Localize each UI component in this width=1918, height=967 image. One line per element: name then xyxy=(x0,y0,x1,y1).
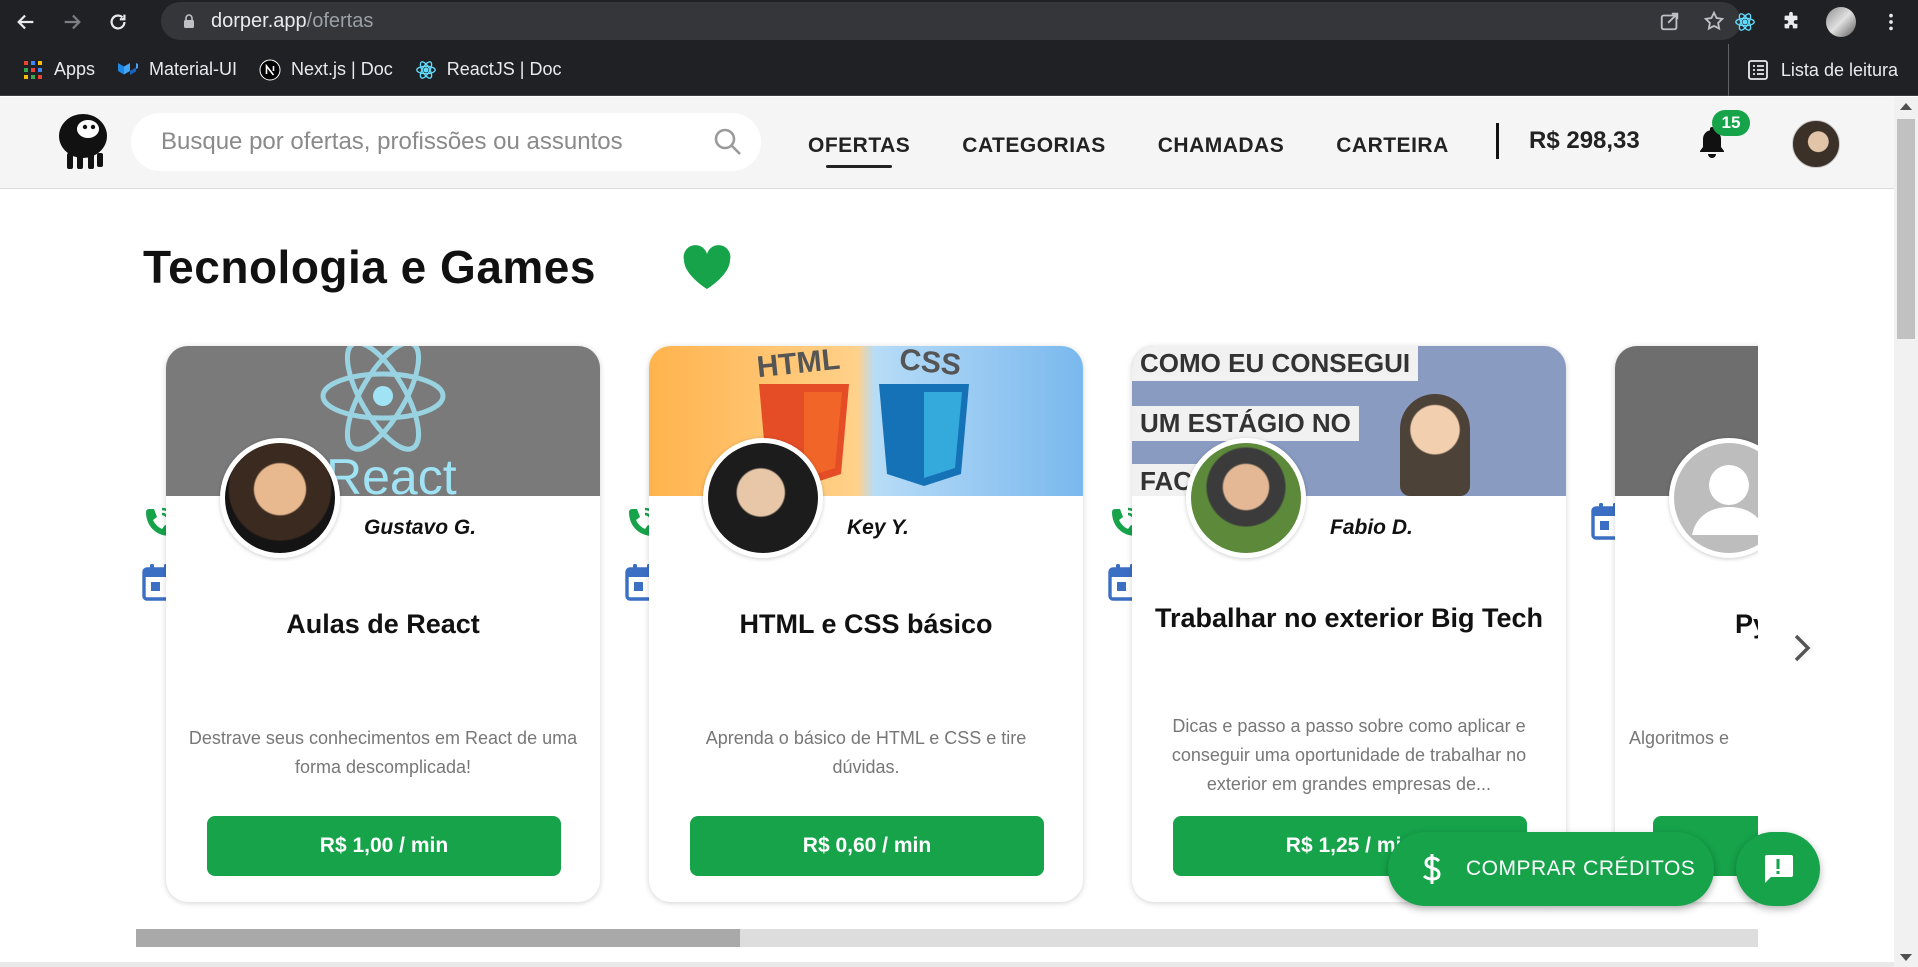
search-icon[interactable] xyxy=(713,127,743,157)
offer-title: Trabalhar no exterior Big Tech xyxy=(1154,603,1544,633)
section-title: Tecnologia e Games xyxy=(143,241,596,293)
scroll-up-arrow-icon[interactable] xyxy=(1900,103,1912,110)
back-button[interactable] xyxy=(6,2,46,42)
bookmark-nextjs[interactable]: Next.js | Doc xyxy=(259,59,393,81)
offers-carousel: React Gustavo G. Aulas de React Destrave… xyxy=(136,320,1758,910)
apps-grid-icon xyxy=(22,59,44,81)
banner-text: UM ESTÁGIO NO xyxy=(1132,406,1359,441)
offer-card[interactable]: COMO EU CONSEGUI UM ESTÁGIO NO FACE Fabi… xyxy=(1132,346,1566,902)
host-avatar xyxy=(703,438,823,558)
buy-credits-label: COMPRAR CRÉDITOS xyxy=(1466,857,1696,880)
offer-title: Aulas de React xyxy=(286,609,480,639)
heart-icon[interactable] xyxy=(682,245,732,291)
browser-toolbar: dorper.app/ofertas xyxy=(0,0,1918,44)
nav-carteira[interactable]: CARTEIRA xyxy=(1336,128,1449,158)
sheep-logo-icon[interactable] xyxy=(58,109,108,171)
reading-list-label: Lista de leitura xyxy=(1780,59,1898,80)
reading-list[interactable]: Lista de leitura xyxy=(1727,44,1898,96)
offer-description: Algoritmos e xyxy=(1629,728,1730,748)
offer-description: Dicas e passo a passo sobre como aplicar… xyxy=(1171,716,1527,794)
offer-title: HTML e CSS básico xyxy=(739,609,993,639)
search-input[interactable] xyxy=(161,128,641,156)
nextjs-icon xyxy=(259,59,281,81)
svg-text:HTML: HTML xyxy=(755,346,841,384)
host-avatar xyxy=(1186,438,1306,558)
reload-button[interactable] xyxy=(98,2,138,42)
price-button[interactable]: R$ 1,00 / min xyxy=(207,816,561,876)
buy-credits-button[interactable]: COMPRAR CRÉDITOS xyxy=(1388,832,1714,906)
nav-categorias[interactable]: CATEGORIAS xyxy=(962,128,1105,158)
bookmark-label: Apps xyxy=(54,59,96,79)
header-divider xyxy=(1496,123,1499,159)
svg-text:React: React xyxy=(326,449,457,496)
wallet-balance[interactable]: R$ 298,33 xyxy=(1529,127,1640,155)
carousel-scrollbar-thumb[interactable] xyxy=(136,929,740,947)
react-icon xyxy=(415,59,437,81)
price-button[interactable]: R$ 0,60 / min xyxy=(690,816,1044,876)
host-name: Fabio D. xyxy=(1330,516,1413,539)
forward-button[interactable] xyxy=(52,2,92,42)
svg-text:CSS: CSS xyxy=(898,346,963,382)
offer-card[interactable]: Py Algoritmos e xyxy=(1615,346,1758,902)
banner-text: COMO EU CONSEGUI xyxy=(1132,346,1419,381)
host-avatar xyxy=(220,438,340,558)
person-placeholder-icon xyxy=(1692,465,1758,535)
search-box xyxy=(131,113,761,171)
main-nav: OFERTAS CATEGORIAS CHAMADAS CARTEIRA xyxy=(808,97,1449,189)
page-scrollbar-thumb[interactable] xyxy=(1897,119,1915,339)
offer-title: Py xyxy=(1735,609,1758,639)
banner-person xyxy=(1400,394,1470,496)
address-bar[interactable]: dorper.app/ofertas xyxy=(161,2,1741,40)
bottom-strip xyxy=(0,962,1894,967)
bookmark-apps[interactable]: Apps xyxy=(22,59,95,81)
nav-ofertas[interactable]: OFERTAS xyxy=(808,128,910,168)
material-ui-icon xyxy=(117,59,139,81)
bookmark-label: Next.js | Doc xyxy=(291,59,393,79)
host-name: Key Y. xyxy=(847,516,909,539)
offer-description: Destrave seus conhecimentos em React de … xyxy=(188,728,578,777)
offer-card[interactable]: React Gustavo G. Aulas de React Destrave… xyxy=(166,346,600,902)
lock-icon xyxy=(184,14,194,28)
offer-description: Aprenda o básico de HTML e CSS e tire dú… xyxy=(705,728,1027,777)
feedback-chat-button[interactable] xyxy=(1736,832,1820,906)
chevron-right-icon[interactable] xyxy=(1790,630,1814,666)
bookmark-material-ui[interactable]: Material-UI xyxy=(117,59,237,81)
bookmarks-bar: Apps Material-UI Next.js | Doc ReactJS |… xyxy=(0,44,1918,96)
app-header: OFERTAS CATEGORIAS CHAMADAS CARTEIRA R$ … xyxy=(0,97,1894,189)
host-name: Gustavo G. xyxy=(364,516,477,539)
nav-chamadas[interactable]: CHAMADAS xyxy=(1158,128,1285,158)
bookmark-star-icon[interactable] xyxy=(1703,10,1725,32)
profile-avatar[interactable] xyxy=(1826,7,1856,37)
reading-list-icon xyxy=(1748,60,1768,80)
url-text: dorper.app/ofertas xyxy=(211,9,374,32)
share-icon[interactable] xyxy=(1659,10,1681,32)
bookmark-label: Material-UI xyxy=(149,59,238,79)
user-avatar[interactable] xyxy=(1792,120,1840,168)
extensions-puzzle-icon[interactable] xyxy=(1780,11,1802,33)
chat-alert-icon xyxy=(1765,855,1793,883)
notification-count-badge: 15 xyxy=(1712,110,1750,136)
bookmark-label: ReactJS | Doc xyxy=(446,59,562,79)
bookmark-reactjs[interactable]: ReactJS | Doc xyxy=(415,59,562,81)
react-devtools-icon[interactable] xyxy=(1734,11,1756,33)
offer-card[interactable]: HTML CSS Key Y. HTML e CSS básico Aprend… xyxy=(649,346,1083,902)
page-scrollbar[interactable] xyxy=(1894,97,1918,967)
scroll-down-arrow-icon[interactable] xyxy=(1900,954,1912,961)
dollar-icon xyxy=(1422,854,1441,884)
menu-kebab-icon[interactable] xyxy=(1880,11,1902,33)
